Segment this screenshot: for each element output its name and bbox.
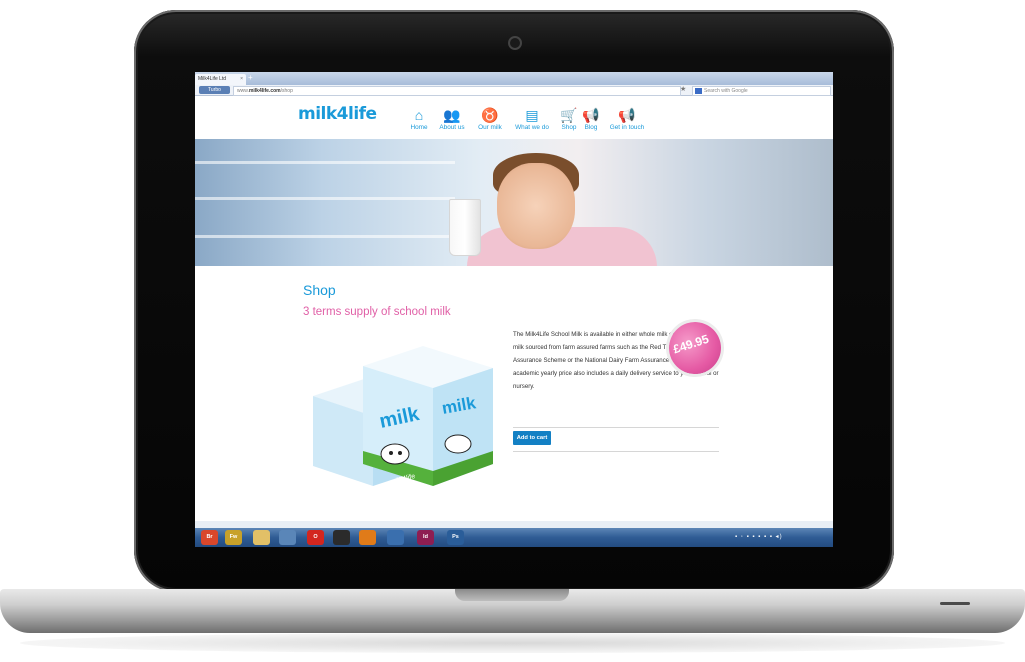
shelf — [195, 197, 455, 200]
photoshop-app-icon[interactable]: Ps — [447, 530, 464, 545]
people-icon: 👥 — [443, 107, 461, 123]
megaphone-icon: 📢 — [582, 107, 600, 123]
new-tab-icon[interactable]: + — [248, 73, 253, 82]
site-logo[interactable]: milk4life — [298, 104, 377, 124]
cow-icon: ♉ — [481, 107, 499, 123]
divider — [513, 427, 719, 428]
milk-glass — [449, 199, 481, 256]
windows-taskbar: Br Fw O Id Ps ▪ ◦ ▪ ▪ ▪ ▪ ▪ ◂) — [195, 528, 833, 547]
indesign-app-icon[interactable]: Id — [417, 530, 434, 545]
nav-label: Get in touch — [609, 124, 645, 131]
url-path: /shop — [280, 88, 293, 94]
tab-title: Milk4Life Ltd — [198, 76, 227, 82]
app-label: Id — [423, 534, 428, 540]
folder-app-icon[interactable] — [253, 530, 270, 545]
shop-content: Shop 3 terms supply of school milk milk … — [195, 266, 833, 516]
fireworks-app-icon[interactable]: Fw — [225, 530, 242, 545]
nav-label: About us — [439, 124, 465, 131]
nav-label: Home — [410, 124, 428, 131]
page-title: Shop — [303, 282, 336, 298]
hero-banner — [195, 139, 833, 266]
url-prefix: www. — [237, 88, 249, 94]
laptop-screen: Milk4Life Ltd × + Turbo www.milk4life.co… — [195, 72, 833, 547]
nav-label: Shop — [561, 124, 577, 131]
search-input[interactable]: Search with Google — [692, 86, 831, 96]
house-icon: ⌂ — [414, 107, 424, 123]
shelf — [195, 235, 455, 238]
nav-label: Our milk — [478, 124, 502, 131]
product-title: 3 terms supply of school milk — [303, 306, 451, 318]
status-strip — [195, 521, 833, 528]
camera — [508, 36, 522, 50]
laptop-notch — [455, 589, 569, 601]
app-label: Fw — [229, 534, 238, 540]
site-header: milk4life ⌂ Home 👥 About us ♉ Our milk ▤ Wha… — [195, 96, 833, 139]
product-image: milk milk milk4life — [313, 346, 493, 486]
document-icon: ▤ — [525, 107, 539, 123]
nav-item-our-milk[interactable]: ♉ Our milk — [475, 106, 505, 131]
nav-item-home[interactable]: ⌂ Home — [407, 106, 431, 131]
url-input[interactable]: www.milk4life.com/shop — [233, 86, 681, 96]
app-label: O — [313, 534, 318, 540]
megaphone-icon: 📢 — [618, 107, 636, 123]
app-icon[interactable] — [333, 530, 350, 545]
laptop-shadow — [20, 633, 1005, 653]
bridge-app-icon[interactable]: Br — [201, 530, 218, 545]
nav-item-get-in-touch[interactable]: 📢 Get in touch — [605, 106, 649, 131]
price-text: £49.95 — [671, 331, 711, 357]
search-placeholder: Search with Google — [704, 88, 748, 94]
nav-label: Blog — [584, 124, 598, 131]
browser-tab[interactable]: Milk4Life Ltd × — [195, 74, 246, 85]
app-icon[interactable] — [387, 530, 404, 545]
girl-face — [497, 163, 575, 249]
laptop-indicator — [940, 602, 970, 605]
nav-item-blog[interactable]: 📢 Blog — [582, 106, 600, 131]
add-to-cart-button[interactable]: Add to cart — [513, 431, 551, 445]
shelf — [195, 161, 455, 164]
star-icon[interactable]: ★ — [680, 85, 686, 93]
nav-item-what-we-do[interactable]: ▤ What we do — [513, 106, 551, 131]
nav-item-about[interactable]: 👥 About us — [437, 106, 467, 131]
nav-label: What we do — [515, 124, 549, 131]
divider — [513, 451, 719, 452]
url-domain: milk4life.com — [248, 88, 281, 94]
app-label: Ps — [452, 534, 459, 540]
system-tray[interactable]: ▪ ◦ ▪ ▪ ▪ ▪ ▪ ◂) — [735, 533, 783, 540]
close-icon[interactable]: × — [240, 74, 243, 85]
app-label: Br — [206, 534, 213, 540]
media-app-icon[interactable] — [279, 530, 296, 545]
firefox-app-icon[interactable] — [359, 530, 376, 545]
opera-app-icon[interactable]: O — [307, 530, 324, 545]
cart-icon: 🛒 — [560, 107, 578, 123]
address-bar-row: Turbo www.milk4life.com/shop ★ Search wi… — [195, 85, 833, 96]
browser-tabbar: Milk4Life Ltd × + — [195, 72, 833, 85]
nav-item-shop[interactable]: 🛒 Shop — [559, 106, 579, 131]
turbo-button[interactable]: Turbo — [199, 86, 230, 94]
google-icon — [695, 88, 702, 94]
